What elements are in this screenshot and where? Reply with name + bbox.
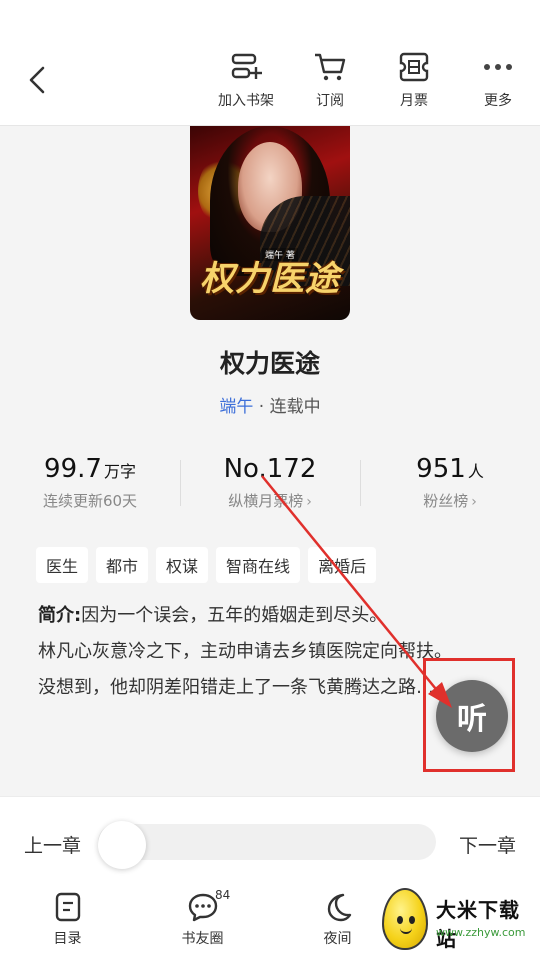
moon-icon (321, 890, 355, 924)
tag[interactable]: 离婚后 (308, 547, 377, 583)
back-arrow-icon (29, 66, 45, 94)
add-to-shelf-icon (229, 50, 263, 84)
more-icon (481, 50, 515, 84)
meta-separator: · (253, 397, 270, 417)
rank-value: No.172 (223, 454, 317, 484)
cover-title: 权力医途 (200, 259, 340, 299)
author-link[interactable]: 端午 (219, 397, 253, 417)
book-stats: 99.7 万字 连续更新60天 No.172 纵横月票榜 › 951 人 粉丝榜 › (0, 454, 540, 518)
annotation-highlight-box (423, 658, 515, 772)
comment-count-badge: 84 (215, 888, 231, 902)
prev-chapter-button[interactable]: 上一章 (24, 831, 81, 858)
nav-item-book-friends[interactable]: 84 书友圈 (135, 888, 270, 960)
intro-line: 因为一个误会，五年的婚姻走到尽头。 (81, 605, 388, 626)
nav-item-catalog[interactable]: 目录 (0, 888, 135, 960)
chevron-right-icon: › (471, 494, 477, 510)
back-button[interactable] (22, 62, 52, 98)
monthly-ticket-icon (397, 50, 431, 84)
fans-value: 951 (416, 454, 466, 484)
mascot-eye (409, 916, 415, 924)
egg-mascot-icon (382, 888, 428, 950)
cart-icon (313, 50, 347, 84)
catalog-icon (51, 890, 85, 924)
monthly-ticket-label: 月票 (400, 93, 428, 109)
rank-label: 纵横月票榜 (228, 492, 304, 510)
mascot-eye (397, 916, 403, 924)
update-streak-label: 连续更新60天 (42, 492, 138, 510)
more-button[interactable]: 更多 (456, 50, 540, 114)
chapter-progress-slider[interactable] (98, 821, 436, 869)
book-title: 权力医途 (219, 349, 320, 378)
tag[interactable]: 都市 (96, 547, 149, 583)
word-count-value: 99.7 (44, 454, 102, 484)
add-to-shelf-label: 加入书架 (218, 93, 274, 109)
subscribe-label: 订阅 (316, 93, 344, 109)
next-chapter-button[interactable]: 下一章 (459, 831, 516, 858)
chevron-right-icon: › (306, 494, 312, 510)
tag[interactable]: 智商在线 (216, 547, 301, 583)
chapter-bar: 上一章 下一章 (0, 796, 540, 888)
watermark-url: www.zzhyw.com (436, 926, 526, 939)
nav-label: 书友圈 (181, 931, 224, 947)
fans-stat[interactable]: 951 人 粉丝榜 › (360, 454, 540, 518)
watermark-name: 大米下载站 (436, 898, 520, 951)
book-cover[interactable]: 端午 著 权力医途 (190, 126, 350, 320)
intro-label: 简介: (38, 605, 82, 626)
tag[interactable]: 医生 (36, 547, 89, 583)
mascot-mouth (400, 928, 412, 934)
subscribe-button[interactable]: 订阅 (288, 50, 372, 114)
fans-unit: 人 (467, 462, 484, 481)
tag-list: 医生 都市 权谋 智商在线 离婚后 (36, 547, 377, 583)
top-bar: 加入书架 订阅 月票 更多 (0, 0, 540, 126)
nav-label: 目录 (53, 931, 82, 947)
fans-label: 粉丝榜 (423, 492, 469, 510)
top-actions: 加入书架 订阅 月票 更多 (204, 50, 540, 114)
site-watermark: 大米下载站 www.zzhyw.com (376, 882, 540, 960)
monthly-ticket-button[interactable]: 月票 (372, 50, 456, 114)
tag[interactable]: 权谋 (156, 547, 209, 583)
more-label: 更多 (484, 93, 512, 109)
book-status: 连载中 (269, 397, 321, 417)
book-meta: 端午 · 连载中 (0, 392, 540, 417)
add-to-shelf-button[interactable]: 加入书架 (204, 50, 288, 114)
monthly-ticket-rank-stat[interactable]: No.172 纵横月票榜 › (180, 454, 360, 518)
word-count-unit: 万字 (103, 462, 136, 481)
nav-label: 夜间 (323, 931, 352, 947)
slider-knob[interactable] (98, 821, 146, 869)
word-count-stat: 99.7 万字 连续更新60天 (0, 454, 180, 518)
